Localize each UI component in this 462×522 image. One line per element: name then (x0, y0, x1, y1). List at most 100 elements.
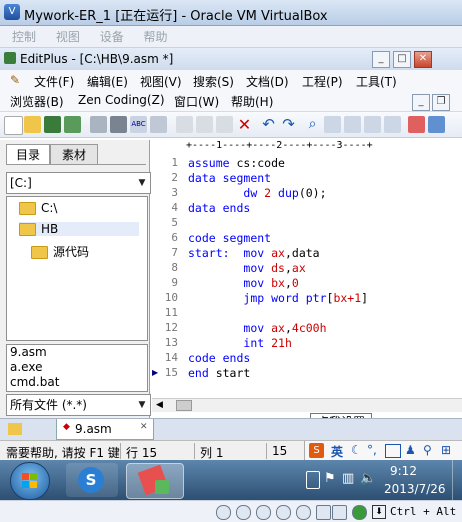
vm-menu-control[interactable]: 控制 (12, 26, 36, 48)
line-number: 2 (171, 171, 178, 184)
code-line[interactable]: mov ds,ax (188, 261, 305, 275)
menu-browser[interactable]: 浏览器(B) (10, 93, 64, 110)
spell-check-icon[interactable]: ABC (130, 116, 147, 133)
usb-icon[interactable] (306, 471, 320, 489)
code-line[interactable]: data ends (188, 201, 250, 215)
menu-project[interactable]: 工程(P) (302, 73, 343, 90)
tray-flag-icon[interactable]: ⚑ (324, 471, 336, 486)
menu-window[interactable]: 窗口(W) (174, 93, 219, 110)
user-icon[interactable]: ♟ (405, 443, 416, 457)
scroll-left-icon[interactable]: ◀ (156, 400, 163, 410)
file-item[interactable]: 9.asm (7, 345, 147, 360)
html-toolbar-icon[interactable] (408, 116, 425, 133)
menu-edit[interactable]: 编辑(E) (87, 73, 128, 90)
code-token: , (284, 261, 292, 275)
file-item[interactable]: cmd.bat (7, 375, 147, 390)
shared-folder-icon[interactable] (316, 505, 331, 520)
code-line[interactable]: start: mov ax,data (188, 246, 320, 260)
bookmark-icon[interactable] (364, 116, 381, 133)
vm-menu-devices[interactable]: 设备 (100, 26, 124, 48)
tree-item-source[interactable]: 源代码 (31, 243, 89, 260)
volume-icon[interactable]: 🔈 (360, 471, 376, 486)
browser-icon[interactable] (428, 116, 445, 133)
code-line[interactable]: dw 2 dup(0); (188, 186, 326, 200)
taskbar-sogou-browser[interactable]: S (66, 463, 118, 497)
open-folder-icon[interactable] (24, 116, 41, 133)
clock-date[interactable]: 2013/7/26 (384, 482, 446, 496)
ime-mode-label[interactable]: 英 (331, 443, 343, 460)
vt-x-icon[interactable] (352, 505, 367, 520)
goto-icon[interactable] (344, 116, 361, 133)
shirt-icon[interactable]: ⚲ (423, 443, 432, 457)
code-line[interactable]: mov ax,4c00h (188, 321, 326, 335)
mdi-restore-button[interactable]: ❐ (432, 94, 450, 111)
code-line[interactable]: code ends (188, 351, 250, 365)
tree-item-c-root[interactable]: C:\ (19, 201, 57, 215)
start-button[interactable] (10, 462, 50, 500)
clock-time[interactable]: 9:12 (390, 464, 417, 478)
code-line[interactable]: assume cs:code (188, 156, 285, 170)
settings-icon[interactable] (150, 116, 167, 133)
copy-icon[interactable] (196, 116, 213, 133)
drive-select[interactable]: [C:] ▼ (6, 172, 151, 194)
tab-close-icon[interactable]: ✕ (140, 422, 148, 432)
code-line[interactable]: mov bx,0 (188, 276, 298, 290)
paste-icon[interactable] (216, 116, 233, 133)
network-icon[interactable]: ▥ (342, 471, 354, 486)
show-desktop-button[interactable] (452, 460, 462, 500)
hard-disk-icon[interactable] (216, 505, 231, 520)
code-editor[interactable]: +----1----+----2----+----3----+ assume c… (152, 140, 462, 398)
minimize-button[interactable]: _ (372, 51, 390, 68)
code-line[interactable]: jmp word ptr[bx+1] (188, 291, 368, 305)
taskbar-editplus[interactable] (126, 463, 184, 499)
menu-file[interactable]: 文件(F) (34, 73, 74, 90)
sogou-ime-icon[interactable]: S (309, 443, 324, 458)
scroll-thumb[interactable] (176, 400, 192, 411)
undo-icon[interactable]: ↶ (260, 116, 277, 133)
print-icon[interactable] (110, 116, 127, 133)
close-button[interactable]: ✕ (414, 51, 432, 68)
menu-document[interactable]: 文档(D) (246, 73, 289, 90)
code-line[interactable]: data segment (188, 171, 271, 185)
find-icon[interactable]: ⌕ (304, 116, 321, 133)
code-line[interactable]: int 21h (188, 336, 291, 350)
horizontal-scrollbar[interactable]: ◀ (152, 398, 462, 412)
word-wrap-icon[interactable] (384, 116, 401, 133)
grid-icon[interactable]: ⊞ (441, 443, 451, 457)
tab-clips[interactable]: 素材 (50, 144, 98, 165)
save-icon[interactable] (44, 116, 61, 133)
new-file-icon[interactable] (4, 116, 23, 135)
code-line[interactable]: end start (188, 366, 250, 380)
menu-tools[interactable]: 工具(T) (356, 73, 397, 90)
menu-zen-coding[interactable]: Zen Coding(Z) (78, 93, 165, 107)
optical-drive-icon[interactable] (236, 505, 251, 520)
redo-icon[interactable]: ↷ (280, 116, 297, 133)
menu-view[interactable]: 视图(V) (140, 73, 182, 90)
tree-item-hb[interactable]: HB (19, 222, 139, 236)
video-capture-icon[interactable] (332, 505, 347, 520)
save-all-icon[interactable] (64, 116, 81, 133)
file-item[interactable]: a.exe (7, 360, 147, 375)
menu-search[interactable]: 搜索(S) (193, 73, 234, 90)
replace-icon[interactable] (324, 116, 341, 133)
delete-icon[interactable]: ✕ (236, 116, 253, 133)
keyboard-icon[interactable] (385, 444, 401, 458)
tab-directory[interactable]: 目录 (6, 144, 50, 165)
column-ruler: +----1----+----2----+----3----+ (186, 140, 373, 151)
mdi-minimize-button[interactable]: _ (412, 94, 430, 111)
menu-help[interactable]: 帮助(H) (231, 93, 273, 110)
file-filter-select[interactable]: 所有文件 (*.*) ▼ (6, 394, 151, 416)
audio-icon[interactable] (256, 505, 271, 520)
print-preview-icon[interactable] (90, 116, 107, 133)
vm-menu-view[interactable]: 视图 (56, 26, 80, 48)
code-line[interactable]: code segment (188, 231, 271, 245)
line-number: 3 (171, 186, 178, 199)
maximize-button[interactable]: □ (393, 51, 411, 68)
cut-icon[interactable] (176, 116, 193, 133)
moon-icon[interactable]: ☾ (351, 443, 362, 457)
network-adapter-icon[interactable] (276, 505, 291, 520)
punctuation-icon[interactable]: °, (367, 443, 377, 457)
vm-menu-help[interactable]: 帮助 (144, 26, 168, 48)
usb-device-icon[interactable] (296, 505, 311, 520)
